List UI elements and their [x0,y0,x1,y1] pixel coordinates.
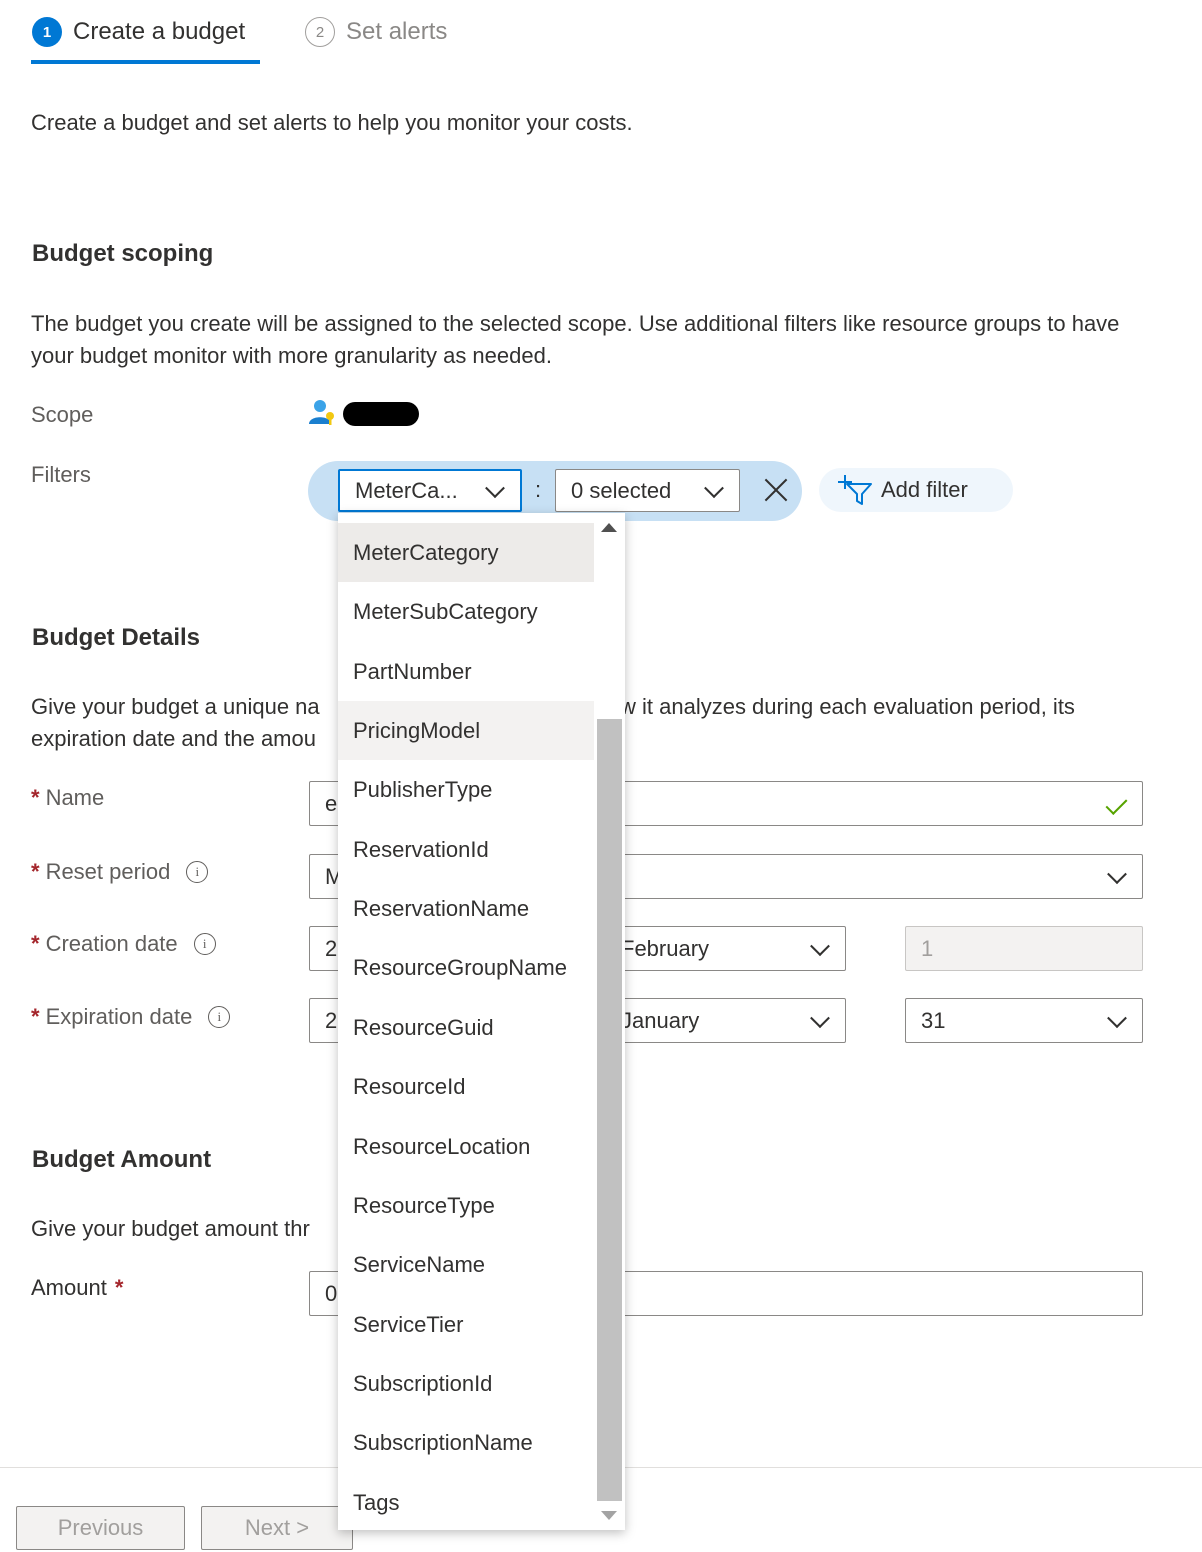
previous-button[interactable]: Previous [16,1506,185,1550]
dropdown-option[interactable]: PricingModel [338,701,594,760]
reset-period-label-text: Reset period [45,859,171,884]
amount-input-value: 0 [325,1280,338,1306]
creation-day-field: 1 [905,926,1143,971]
name-label: * Name [31,785,104,811]
name-input-value: e [325,790,338,816]
scope-value-redacted [343,402,419,426]
step-number-1: 1 [32,17,62,47]
required-marker: * [31,785,40,810]
budget-amount-title: Budget Amount [32,1146,212,1173]
required-marker: * [114,1275,124,1300]
reset-period-label: * Reset period i [31,859,209,885]
required-marker: * [31,931,40,956]
info-icon[interactable]: i [193,933,216,955]
name-label-text: Name [45,785,105,810]
creation-month-value: February [621,935,710,961]
budget-details-description-part2: w it analyzes during each evaluation per… [620,694,1075,719]
budget-scoping-description: The budget you create will be assigned t… [31,311,1120,368]
budget-details-description-line2: expiration date and the amou [31,726,316,751]
dropdown-option[interactable]: ServiceTier [338,1295,594,1354]
amount-label-text: Amount [31,1275,107,1300]
budget-amount-description: Give your budget amount thr [31,1216,310,1241]
dropdown-option[interactable]: ResourceGuid [338,998,594,1057]
filter-values-select[interactable]: 0 selected [555,469,740,512]
filter-separator: : [535,477,542,502]
dropdown-scrollbar-thumb[interactable] [597,719,622,1501]
scope-label: Scope [31,402,94,427]
chevron-down-icon [810,1007,830,1028]
chevron-down-icon [704,477,724,498]
dropdown-option[interactable]: ReservationName [338,879,594,938]
scroll-up-icon[interactable] [601,523,617,532]
expiration-date-label-text: Expiration date [45,1004,193,1029]
step-number-2: 2 [305,17,335,47]
dropdown-option[interactable]: ResourceGroupName [338,938,594,997]
creation-date-label-text: Creation date [45,931,178,956]
filter-dimension-value: MeterCa... [355,477,458,503]
dropdown-option[interactable]: SubscriptionId [338,1354,594,1413]
budget-scoping-title: Budget scoping [32,240,214,267]
filter-values-value: 0 selected [571,477,672,503]
dropdown-option[interactable]: SubscriptionName [338,1413,594,1472]
add-filter-label: Add filter [881,477,968,502]
dropdown-option[interactable]: ResourceType [338,1176,594,1235]
step-create-budget[interactable]: 1 Create a budget [32,14,245,50]
scroll-down-icon[interactable] [601,1511,617,1520]
dropdown-option[interactable]: ResourceLocation [338,1117,594,1176]
chevron-down-icon [1107,863,1127,884]
dropdown-option[interactable]: PartNumber [338,642,594,701]
expiration-month-value: January [621,1007,700,1033]
expiration-month-select[interactable]: January [605,998,846,1043]
dropdown-option[interactable]: MeterCategory [338,523,594,582]
info-icon[interactable]: i [186,861,209,883]
required-marker: * [31,859,40,884]
step-label-set-alerts: Set alerts [346,18,448,45]
valid-check-icon [1105,793,1128,815]
step-set-alerts[interactable]: 2 Set alerts [305,14,447,50]
required-marker: * [31,1004,40,1029]
expiration-date-label: * Expiration date i [31,1004,231,1030]
info-icon[interactable]: i [208,1006,231,1028]
user-key-icon [309,400,334,425]
creation-date-label: * Creation date i [31,931,216,957]
dropdown-option[interactable]: Tags [338,1473,594,1530]
page-intro: Create a budget and set alerts to help y… [31,110,633,135]
dropdown-option[interactable]: ServiceName [338,1235,594,1294]
amount-label: Amount * [31,1275,123,1301]
budget-details-description-part1: Give your budget a unique na [31,694,320,719]
chevron-down-icon [810,935,830,956]
dropdown-option[interactable]: MeterSubCategory [338,582,594,641]
creation-year-value: 2 [325,935,338,961]
creation-day-value: 1 [921,935,934,961]
budget-details-title: Budget Details [32,624,201,651]
dropdown-option[interactable]: ResourceId [338,1057,594,1116]
add-filter-button[interactable]: Add filter [819,468,1013,512]
expiration-day-value: 31 [921,1007,946,1033]
filters-label: Filters [31,462,91,487]
chevron-down-icon [1107,1007,1127,1028]
expiration-day-select[interactable]: 31 [905,998,1143,1043]
remove-filter-icon[interactable] [763,477,789,503]
active-step-indicator [31,60,260,64]
creation-month-select[interactable]: February [605,926,846,971]
add-filter-icon [838,475,872,505]
dropdown-option[interactable]: ReservationId [338,820,594,879]
expiration-year-value: 2 [325,1007,338,1033]
filter-dimension-select[interactable]: MeterCa... [338,469,522,512]
next-button[interactable]: Next > [201,1506,353,1550]
step-label-create-budget: Create a budget [73,18,246,45]
filter-dimension-dropdown[interactable]: MeterCategory MeterSubCategory PartNumber P… [338,513,625,1530]
chevron-down-icon [485,477,505,498]
dropdown-option[interactable]: PublisherType [338,760,594,819]
